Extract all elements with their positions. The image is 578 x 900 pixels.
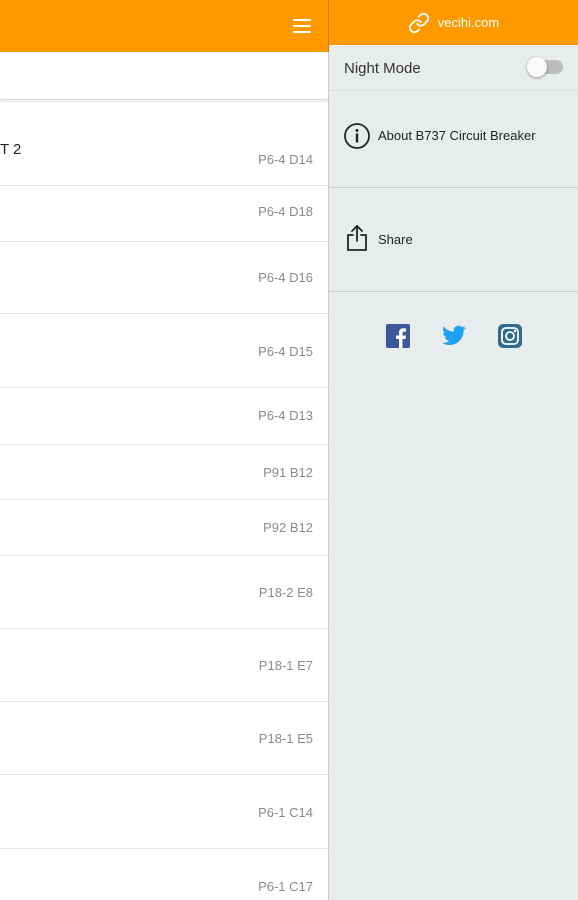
panel-location: P18-1 E5 (258, 731, 313, 746)
list-item[interactable]: P6-1 C14 (0, 775, 329, 849)
social-links (329, 323, 578, 351)
list-item[interactable]: P6-4 D15 (0, 314, 329, 388)
search-bar (0, 52, 329, 99)
list-item[interactable]: P92 B12 (0, 500, 329, 556)
drawer-header: vecihi.com (329, 0, 578, 45)
list-item[interactable]: P18-1 E7 (0, 629, 329, 702)
website-link[interactable]: vecihi.com (408, 12, 499, 34)
list-item[interactable]: T 2 P6-4 D14 (0, 100, 329, 186)
navigation-drawer: vecihi.com Night Mode About B737 Circuit… (329, 0, 578, 900)
website-link-label: vecihi.com (437, 15, 500, 30)
app-bar (0, 0, 329, 52)
share-menu-item[interactable]: Share (329, 189, 578, 292)
panel-location: P6-1 C14 (258, 805, 313, 820)
list-item[interactable]: P91 B12 (0, 445, 329, 500)
panel-location: P6-1 C17 (258, 879, 313, 894)
circuit-breaker-list: T 2 P6-4 D14 P6-4 D18 P6-4 D16 P6-4 D15 P6-4 … (0, 100, 329, 900)
night-mode-label: Night Mode (344, 60, 421, 77)
panel-location: P92 B12 (263, 520, 313, 535)
hamburger-menu-icon[interactable] (289, 15, 315, 37)
panel-location: P6-4 D16 (258, 270, 313, 285)
panel-location: P6-4 D15 (258, 344, 313, 359)
instagram-icon[interactable] (497, 323, 523, 349)
panel-location: P18-2 E8 (258, 585, 313, 600)
list-item[interactable]: P6-4 D13 (0, 388, 329, 445)
share-label: Share (378, 232, 413, 247)
main-panel: T 2 P6-4 D14 P6-4 D18 P6-4 D16 P6-4 D15 P6-4 … (0, 0, 329, 900)
panel-location: P6-4 D13 (258, 408, 313, 423)
night-mode-row: Night Mode (329, 45, 578, 91)
list-item[interactable]: P6-4 D16 (0, 242, 329, 314)
panel-location: P18-1 E7 (258, 658, 313, 673)
breaker-name: T 2 (0, 141, 22, 158)
panel-location: P6-4 D18 (258, 204, 313, 219)
share-icon (347, 225, 367, 251)
link-icon (408, 12, 429, 33)
about-label: About B737 Circuit Breaker (378, 128, 536, 143)
info-icon (344, 123, 370, 149)
list-item[interactable]: P18-1 E5 (0, 702, 329, 775)
facebook-icon[interactable] (385, 323, 411, 349)
list-item[interactable]: P6-1 C17 (0, 849, 329, 900)
toggle-knob (527, 57, 547, 77)
panel-location: P6-4 D14 (258, 152, 313, 167)
panel-location: P91 B12 (263, 465, 313, 480)
about-menu-item[interactable]: About B737 Circuit Breaker (329, 92, 578, 188)
search-input[interactable] (0, 52, 308, 99)
twitter-icon[interactable] (441, 323, 467, 349)
list-item[interactable]: P18-2 E8 (0, 556, 329, 629)
night-mode-toggle[interactable] (527, 57, 563, 77)
list-item[interactable]: P6-4 D18 (0, 186, 329, 242)
